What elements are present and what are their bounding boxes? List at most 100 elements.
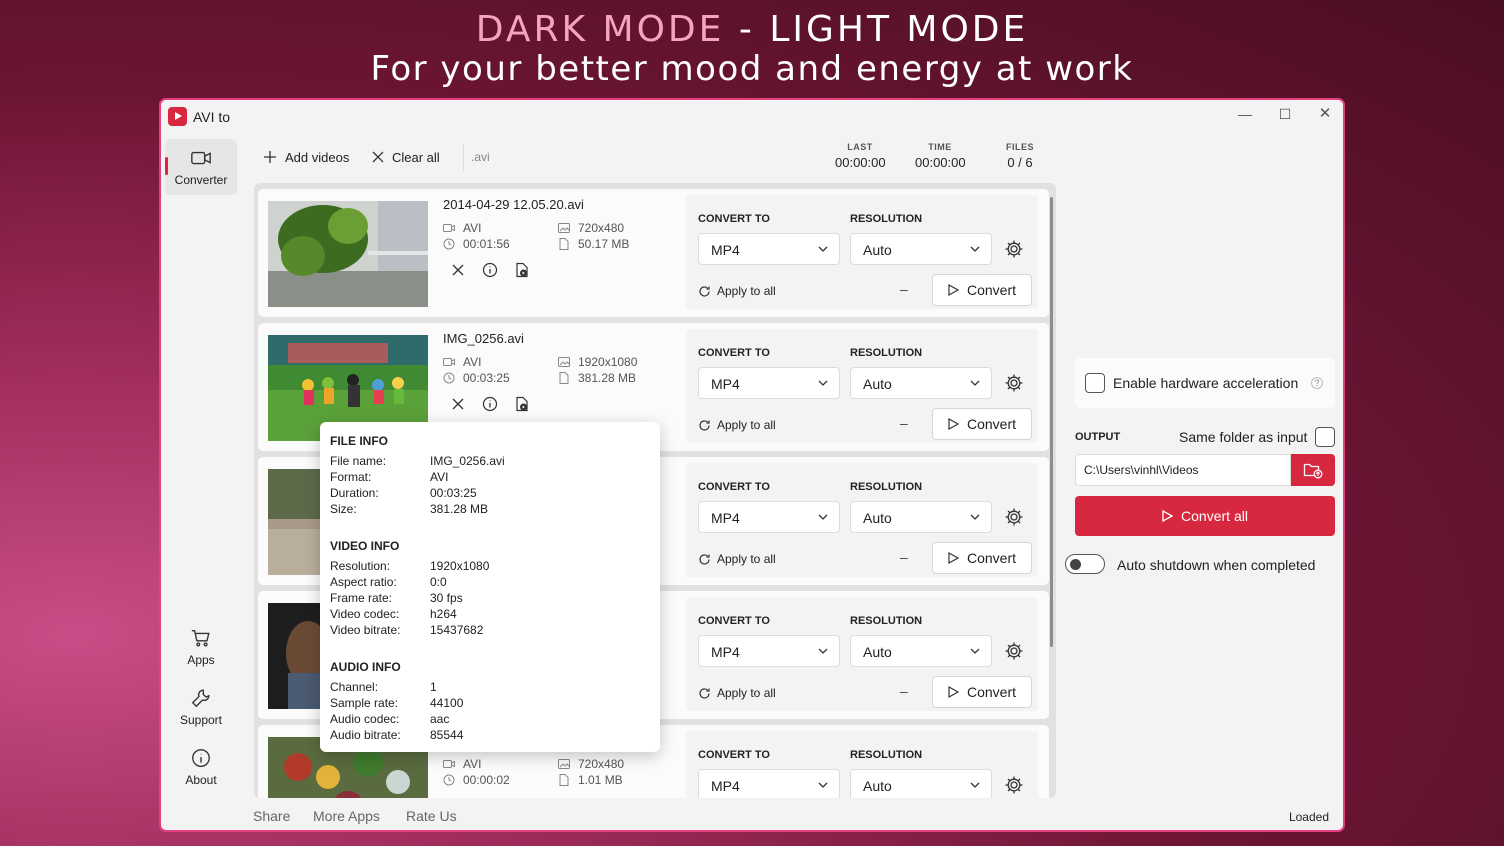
promo-headline: DARK MODE - LIGHT MODE For your better m… [0, 9, 1504, 90]
help-icon[interactable]: ? [1311, 377, 1323, 389]
more-apps-link[interactable]: More Apps [313, 808, 380, 824]
list-scrollbar[interactable] [1050, 197, 1053, 647]
play-icon [948, 552, 959, 564]
info-value: 381.28 MB [430, 502, 489, 516]
remove-file-button[interactable] [447, 393, 469, 415]
convert-to-label: CONVERT TO [698, 481, 770, 493]
resolution-value: 720x480 [578, 757, 625, 771]
nav-about-label: About [185, 773, 217, 787]
convert-all-label: Convert all [1181, 508, 1248, 524]
info-key: Channel: [330, 680, 379, 694]
apply-to-all-button[interactable]: Apply to all [698, 552, 776, 566]
info-icon [482, 262, 498, 278]
headline-light: LIGHT MODE [769, 9, 1029, 50]
same-folder-label: Same folder as input [1179, 429, 1308, 445]
resolution-label: RESOLUTION [850, 615, 923, 627]
resolution-info: 720x480 [558, 757, 624, 771]
clear-all-button[interactable]: Clear all [372, 146, 440, 168]
resolution-select-value: Auto [863, 644, 892, 660]
format-select[interactable]: MP4 [698, 769, 840, 798]
info-value: h264 [430, 607, 457, 621]
output-path-input[interactable]: C:\Users\vinhl\Videos [1075, 454, 1291, 486]
hw-accel-label: Enable hardware acceleration [1113, 375, 1299, 391]
format-select[interactable]: MP4 [698, 367, 840, 399]
apply-to-all-button[interactable]: Apply to all [698, 284, 776, 298]
nav-support[interactable]: Support [165, 679, 237, 735]
open-file-button[interactable] [511, 259, 533, 281]
close-button[interactable]: ✕ [1305, 100, 1343, 128]
chevron-down-icon [818, 380, 828, 386]
stat-time: TIME 00:00:00 [915, 142, 966, 170]
progress-placeholder: – [900, 415, 908, 431]
size-value: 50.17 MB [578, 237, 630, 251]
gear-icon[interactable] [1004, 641, 1024, 661]
nav-converter[interactable]: Converter [165, 139, 237, 195]
auto-shutdown-toggle[interactable] [1065, 554, 1105, 574]
convert-all-button[interactable]: Convert all [1075, 496, 1335, 536]
browse-folder-button[interactable] [1291, 454, 1335, 486]
info-value: aac [430, 712, 450, 726]
resolution-select-value: Auto [863, 242, 892, 258]
resolution-select[interactable]: Auto [850, 367, 992, 399]
clear-all-label: Clear all [392, 149, 440, 165]
convert-button[interactable]: Convert [932, 274, 1032, 306]
convert-button[interactable]: Convert [932, 542, 1032, 574]
gear-icon[interactable] [1004, 507, 1024, 527]
file-name: 2014-04-29 12.05.20.avi [443, 197, 584, 212]
apply-to-all-button[interactable]: Apply to all [698, 686, 776, 700]
chevron-down-icon [818, 648, 828, 654]
auto-shutdown-label: Auto shutdown when completed [1117, 557, 1316, 573]
minimize-button[interactable]: — [1225, 100, 1265, 128]
info-key: Video bitrate: [330, 623, 401, 637]
convert-label: Convert [966, 684, 1017, 700]
apply-to-all-button[interactable]: Apply to all [698, 418, 776, 432]
info-key: Size: [330, 502, 357, 516]
cart-icon [191, 629, 210, 647]
video-thumbnail[interactable] [268, 201, 428, 307]
rate-us-link[interactable]: Rate Us [406, 808, 457, 824]
x-icon [452, 264, 464, 276]
format-select[interactable]: MP4 [698, 233, 840, 265]
info-icon [192, 749, 210, 767]
file-info-button[interactable] [479, 259, 501, 281]
nav-about[interactable]: About [165, 739, 237, 795]
convert-label: Convert [966, 550, 1017, 566]
x-icon [372, 151, 384, 163]
nav-converter-label: Converter [174, 173, 228, 187]
file-info-button[interactable] [479, 393, 501, 415]
share-link[interactable]: Share [253, 808, 290, 824]
nav-apps[interactable]: Apps [165, 619, 237, 675]
remove-file-button[interactable] [447, 259, 469, 281]
chevron-down-icon [970, 380, 980, 386]
file-play-icon [516, 262, 528, 278]
refresh-icon [699, 285, 710, 297]
gear-icon[interactable] [1004, 239, 1024, 259]
size-value: 381.28 MB [578, 371, 637, 385]
resolution-info: 1920x1080 [558, 355, 637, 369]
convert-button[interactable]: Convert [932, 408, 1032, 440]
maximize-button[interactable]: ☐ [1265, 100, 1305, 128]
resolution-select[interactable]: Auto [850, 635, 992, 667]
duration-info: 00:01:56 [443, 237, 510, 251]
gear-icon[interactable] [1004, 373, 1024, 393]
convert-button[interactable]: Convert [932, 676, 1032, 708]
conversion-options: CONVERT TO RESOLUTION MP4 Auto Apply to … [686, 463, 1038, 577]
convert-to-label: CONVERT TO [698, 749, 770, 761]
format-select[interactable]: MP4 [698, 501, 840, 533]
add-videos-button[interactable]: Add videos [263, 146, 349, 168]
hw-accel-checkbox[interactable] [1085, 373, 1105, 393]
x-icon [452, 398, 464, 410]
resolution-select[interactable]: Auto [850, 769, 992, 798]
same-folder-checkbox[interactable] [1315, 427, 1336, 447]
gear-icon[interactable] [1004, 775, 1024, 795]
resolution-select-value: Auto [863, 376, 892, 392]
extension-filter[interactable]: .avi [471, 150, 490, 164]
clock-icon [443, 238, 455, 250]
format-value: AVI [463, 757, 482, 771]
format-select[interactable]: MP4 [698, 635, 840, 667]
resolution-select[interactable]: Auto [850, 233, 992, 265]
plus-icon [264, 151, 276, 163]
resolution-select[interactable]: Auto [850, 501, 992, 533]
open-file-button[interactable] [511, 393, 533, 415]
headline-dark: DARK MODE [475, 9, 725, 50]
